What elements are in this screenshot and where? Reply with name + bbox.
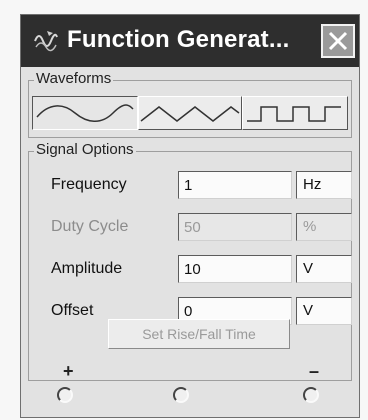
- triangle-wave-button[interactable]: [138, 96, 242, 130]
- frequency-unit: Hz: [296, 171, 352, 199]
- title-bar[interactable]: Function Generat...: [21, 15, 359, 67]
- amplitude-input[interactable]: [178, 255, 292, 283]
- minus-terminal[interactable]: [303, 387, 319, 403]
- frequency-input[interactable]: [178, 171, 292, 199]
- duty-cycle-unit: %: [296, 213, 352, 241]
- signal-options-legend: Signal Options: [34, 141, 136, 158]
- function-generator-icon: [34, 31, 58, 52]
- amplitude-label: Amplitude: [51, 260, 123, 277]
- function-generator-window: Function Generat... Waveforms Signal Opt…: [20, 14, 360, 418]
- common-terminal[interactable]: [173, 387, 189, 403]
- offset-unit: V: [296, 297, 352, 325]
- amplitude-unit: V: [296, 255, 352, 283]
- duty-cycle-label: Duty Cycle: [51, 218, 129, 235]
- window-title: Function Generat...: [67, 26, 290, 53]
- frequency-label: Frequency: [51, 176, 127, 193]
- waveforms-legend: Waveforms: [34, 70, 114, 87]
- minus-terminal-label: –: [309, 361, 320, 381]
- plus-terminal-label: +: [63, 361, 74, 381]
- offset-label: Offset: [51, 302, 94, 319]
- triangle-wave-icon: [140, 106, 240, 122]
- close-icon: [328, 31, 348, 51]
- sine-wave-button[interactable]: [32, 96, 138, 130]
- duty-cycle-input: [178, 213, 292, 241]
- sine-wave-icon: [36, 104, 134, 122]
- square-wave-button[interactable]: [242, 96, 348, 130]
- plus-terminal[interactable]: [57, 387, 73, 403]
- set-rise-fall-time-button[interactable]: Set Rise/Fall Time: [108, 319, 290, 349]
- square-wave-icon: [247, 106, 341, 122]
- close-button[interactable]: [321, 24, 355, 58]
